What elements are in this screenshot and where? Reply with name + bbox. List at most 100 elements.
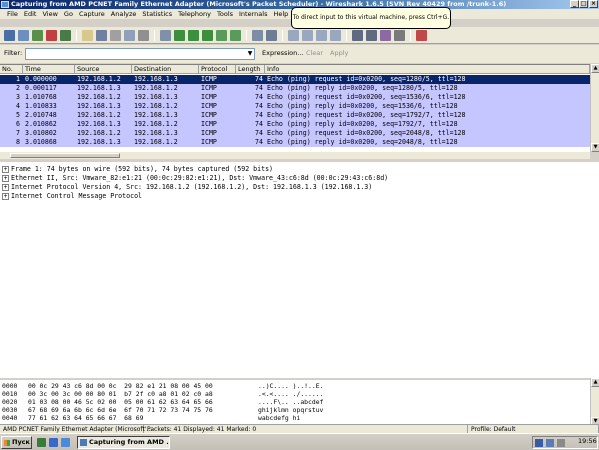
go-forward-icon[interactable] [188,30,199,41]
detail-text: Frame 1: 74 bytes on wire (592 bits), 74… [11,165,274,173]
packet-row[interactable]: 4 1.010833 192.168.1.3 192.168.1.2 ICMP 74 Ech… [0,102,590,111]
column-header-source[interactable]: Source [75,65,132,74]
menu-help[interactable]: Help [270,9,291,19]
go-to-packet-icon[interactable] [202,30,213,41]
menu-go[interactable]: Go [61,9,76,19]
taskbar-wireshark-button[interactable]: Capturing from AMD ... [77,436,170,449]
go-first-icon[interactable] [216,30,227,41]
menu-file[interactable]: File [0,9,21,19]
menu-view[interactable]: View [39,9,60,19]
detail-row-frame[interactable]: + Frame 1: 74 bytes on wire (592 bits), 7… [2,165,273,174]
reload-icon[interactable] [124,30,135,41]
packet-cell-len: 74 [255,93,263,101]
save-file-icon[interactable] [96,30,107,41]
zoom-normal-icon[interactable] [316,30,327,41]
language-icon[interactable] [535,439,543,447]
expand-icon[interactable]: + [2,175,9,182]
menu-internals[interactable]: Internals [236,9,270,19]
packet-row[interactable]: 2 0.000117 192.168.1.3 192.168.1.2 ICMP 74 Ech… [0,84,590,93]
start-button[interactable]: Пуск [1,436,32,449]
packet-row[interactable]: 7 3.010802 192.168.1.2 192.168.1.3 ICMP 74 Ech… [0,129,590,138]
bytes-scrollbar[interactable]: ▲ ▼ [590,378,599,426]
packet-cell-time: 0.000117 [25,84,57,92]
expand-icon[interactable]: + [2,184,9,191]
open-file-icon[interactable] [82,30,93,41]
restart-capture-icon[interactable] [60,30,71,41]
zoom-out-icon[interactable] [302,30,313,41]
packet-details-pane[interactable]: + Frame 1: 74 bytes on wire (592 bits), 7… [0,160,599,378]
quicklaunch-icon[interactable] [37,438,46,447]
detail-row-ipv4[interactable]: + Internet Protocol Version 4, Src: 192.1… [2,183,372,192]
packet-cell-info: Echo (ping) reply id=0x0200, seq=1280/5,… [267,84,458,92]
column-header-protocol[interactable]: Protocol [199,65,236,74]
clear-button[interactable]: Clear [306,49,323,57]
packet-row[interactable]: 6 2.010862 192.168.1.3 192.168.1.2 ICMP 74 Ech… [0,120,590,129]
expand-icon[interactable]: + [2,166,9,173]
packet-cell-no: 5 [16,111,20,119]
packet-row[interactable]: 3 1.010768 192.168.1.2 192.168.1.3 ICMP 74 Ech… [0,93,590,102]
packet-row[interactable]: 5 2.010748 192.168.1.2 192.168.1.3 ICMP 74 Ech… [0,111,590,120]
menu-analyze[interactable]: Analyze [108,9,140,19]
column-header-no[interactable]: No. [0,65,23,74]
capture-filters-icon[interactable] [352,30,363,41]
colorize-icon[interactable] [252,30,263,41]
packet-cell-src: 192.168.1.3 [77,84,121,92]
apply-button[interactable]: Apply [330,49,348,57]
filter-input[interactable] [25,48,255,60]
scroll-up-icon[interactable]: ▲ [591,64,599,73]
scroll-up-icon[interactable]: ▲ [591,378,599,387]
go-last-icon[interactable] [230,30,241,41]
scroll-down-icon[interactable]: ▼ [591,143,599,152]
close-button[interactable]: × [589,0,598,8]
maximize-button[interactable]: □ [579,0,588,8]
interfaces-icon[interactable] [4,30,15,41]
expand-icon[interactable]: + [2,193,9,200]
network-icon[interactable] [546,439,554,447]
packet-cell-info: Echo (ping) reply id=0x0200, seq=2048/8,… [267,138,458,146]
find-packet-icon[interactable] [160,30,171,41]
packet-cell-dst: 192.168.1.3 [134,93,178,101]
volume-icon[interactable] [557,439,565,447]
packet-list[interactable]: No. Time Source Destination Protocol Len… [0,64,590,152]
go-back-icon[interactable] [174,30,185,41]
expression-button[interactable]: Expression... [262,49,303,57]
column-header-length[interactable]: Length [236,65,265,74]
packet-cell-src: 192.168.1.2 [77,111,121,119]
detail-row-icmp[interactable]: + Internet Control Message Protocol [2,192,142,201]
filter-dropdown-icon[interactable]: ▼ [246,49,254,59]
preferences-icon[interactable] [394,30,405,41]
packet-list-scrollbar[interactable]: ▲ ▼ [590,64,599,152]
auto-scroll-icon[interactable] [266,30,277,41]
capture-options-icon[interactable] [18,30,29,41]
print-icon[interactable] [138,30,149,41]
quicklaunch-icon[interactable] [49,438,58,447]
packet-cell-src: 192.168.1.3 [77,120,121,128]
hscroll-thumb[interactable] [10,153,120,158]
minimize-button[interactable]: _ [570,0,579,8]
coloring-rules-icon[interactable] [380,30,391,41]
help-icon[interactable] [416,30,427,41]
menu-telephony[interactable]: Telephony [175,9,214,19]
menu-tools[interactable]: Tools [214,9,236,19]
menu-edit[interactable]: Edit [21,9,40,19]
column-header-destination[interactable]: Destination [132,65,199,74]
toolbar-separator [76,30,77,41]
zoom-in-icon[interactable] [288,30,299,41]
packet-bytes-pane[interactable]: 0000 00 0c 29 43 c6 8d 00 0c 29 82 e1 21 … [0,378,590,426]
menu-statistics[interactable]: Statistics [139,9,175,19]
packet-cell-proto: ICMP [201,93,217,101]
menu-capture[interactable]: Capture [76,9,108,19]
bytes-offset: 0000 [2,382,18,390]
display-filters-icon[interactable] [366,30,377,41]
quicklaunch-icon[interactable] [61,438,70,447]
column-header-time[interactable]: Time [23,65,75,74]
resize-columns-icon[interactable] [330,30,341,41]
packet-cell-src: 192.168.1.2 [77,129,121,137]
stop-capture-icon[interactable] [46,30,57,41]
detail-row-ethernet[interactable]: + Ethernet II, Src: Vmware_82:e1:21 (00:0… [2,174,388,183]
start-capture-icon[interactable] [32,30,43,41]
packet-row[interactable]: 8 3.010868 192.168.1.3 192.168.1.2 ICMP 74 Ech… [0,138,590,147]
column-header-info[interactable]: Info [265,65,590,74]
packet-row[interactable]: 1 0.000000 192.168.1.2 192.168.1.3 ICMP 74 Ech… [0,75,590,84]
close-file-icon[interactable] [110,30,121,41]
